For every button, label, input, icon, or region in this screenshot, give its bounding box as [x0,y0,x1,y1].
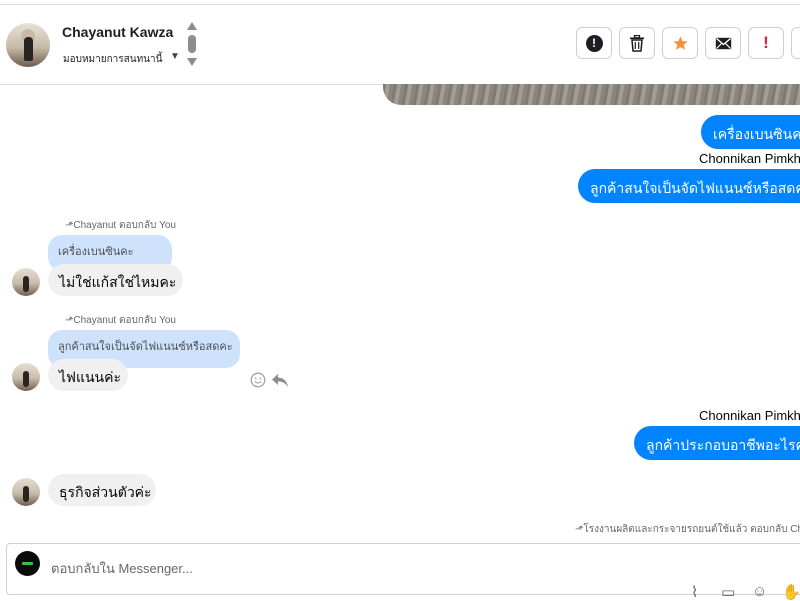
contact-avatar-small[interactable] [12,363,40,391]
envelope-icon [715,37,731,49]
contact-avatar-small[interactable] [12,478,40,506]
star-button[interactable] [662,27,698,59]
report-button[interactable]: ! [576,27,612,59]
star-icon [672,35,688,50]
message-outgoing[interactable]: ลูกค้าสนใจเป็นจัดไฟแนนซ์หรือสดคะ [578,169,800,203]
emoji-icon[interactable]: ☺ [752,583,767,600]
message-incoming[interactable]: ไม่ใช่แก้สใช่ไหมคะ [48,264,183,296]
shared-photo[interactable] [383,84,800,105]
trash-icon [630,34,644,52]
reply-icon[interactable] [271,372,289,388]
spam-button[interactable]: ! [748,27,784,59]
message-outgoing[interactable]: เครื่องเบนซินคะ [701,115,800,149]
stepper-handle[interactable] [188,35,196,53]
reply-context: ⬏Chayanut ตอบกลับ You [65,220,176,231]
reply-input[interactable]: ตอบกลับใน Messenger... [51,558,193,579]
message-incoming[interactable]: ไฟแนนค่ะ [48,359,128,391]
message-composer[interactable]: ตอบกลับใน Messenger... ⌇ ▭ ☺ ✋ [6,543,800,601]
like-icon[interactable]: ✋ [782,583,800,601]
contact-avatar-small[interactable] [12,268,40,296]
mark-unread-button[interactable] [705,27,741,59]
assign-conversation-label[interactable]: มอบหมายการสนทนานี้ [63,52,162,67]
sender-name: Chonnikan Pimkha [699,408,800,423]
delete-button[interactable] [619,27,655,59]
conversation-stepper[interactable] [186,22,198,70]
message-outgoing[interactable]: ลูกค้าประกอบอาชีพอะไรคะ [634,426,800,460]
reply-context: ⬏โรงงานผลิตและกระจายรถยนต์ใช้แล้ว ตอบกลั… [575,524,800,535]
caret-down-icon[interactable]: ▼ [170,51,180,62]
contact-name[interactable]: Chayanut Kawza [62,24,173,40]
contact-avatar[interactable] [6,23,50,67]
more-button[interactable] [791,27,800,59]
reply-context: ⬏Chayanut ตอบกลับ You [65,315,176,326]
sender-name: Chonnikan Pimkha [699,151,800,166]
exclamation-icon: ! [763,33,769,52]
exclamation-circle-icon: ! [585,34,603,52]
message-incoming[interactable]: ธุรกิจส่วนตัวค่ะ [48,474,156,506]
chevron-up-icon[interactable] [187,22,197,30]
page-avatar [15,551,40,576]
emoji-react-icon[interactable] [250,372,266,388]
conversation-header: Chayanut Kawza มอบหมายการสนทนานี้ ▼ ! ! [0,5,800,85]
saved-reply-icon[interactable]: ▭ [721,583,735,601]
attachment-icon[interactable]: ⌇ [691,583,698,601]
chevron-down-icon[interactable] [187,58,197,66]
